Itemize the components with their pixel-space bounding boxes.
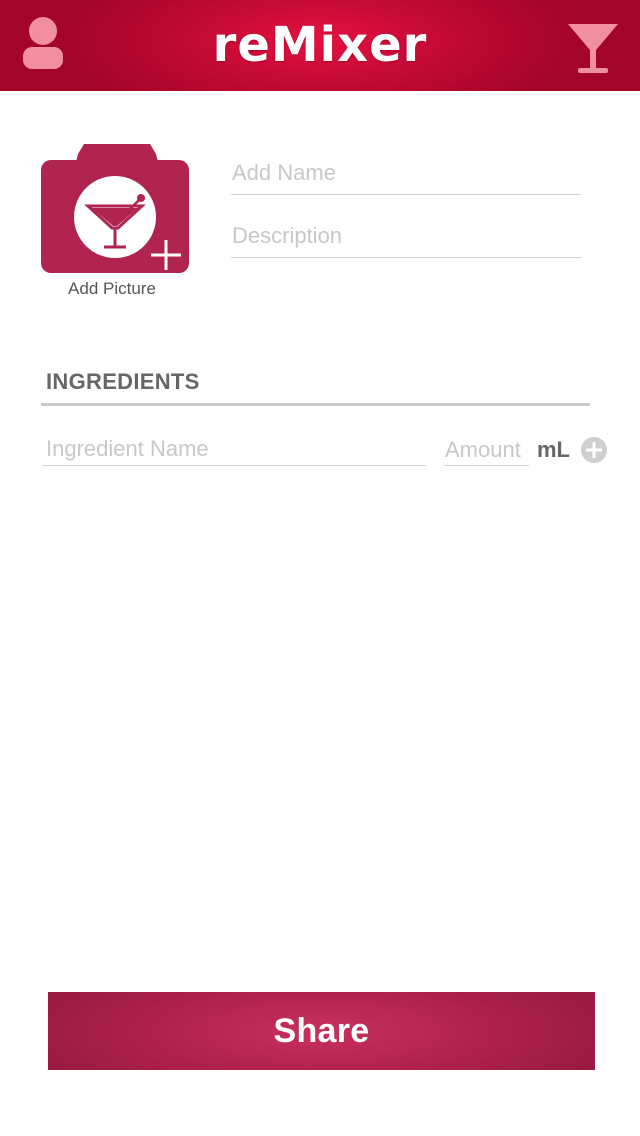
cocktail-menu-button[interactable]	[566, 22, 620, 78]
ingredient-amount-input[interactable]	[445, 434, 529, 466]
app-title: reMixer	[212, 17, 428, 73]
name-input[interactable]	[232, 156, 580, 190]
unit-label: mL	[537, 437, 570, 462]
camera-cocktail-icon	[41, 144, 189, 273]
app-header: reMixer	[0, 0, 640, 91]
add-picture-label: Add Picture	[68, 279, 156, 298]
description-underline	[231, 257, 581, 258]
add-picture-button[interactable]: Add Picture	[40, 142, 190, 302]
ingredient-name-underline	[42, 465, 426, 466]
cocktail-glass-icon	[568, 24, 618, 73]
add-ingredient-button[interactable]	[580, 436, 608, 464]
name-underline	[231, 194, 581, 195]
share-button[interactable]: Share	[48, 992, 595, 1070]
plus-circle-icon	[581, 437, 607, 463]
ingredients-heading: INGREDIENTS	[46, 369, 200, 394]
ingredient-name-input[interactable]	[46, 433, 424, 465]
ingredient-amount-underline	[444, 465, 529, 466]
description-input[interactable]	[232, 219, 580, 253]
ingredients-divider	[41, 403, 590, 406]
